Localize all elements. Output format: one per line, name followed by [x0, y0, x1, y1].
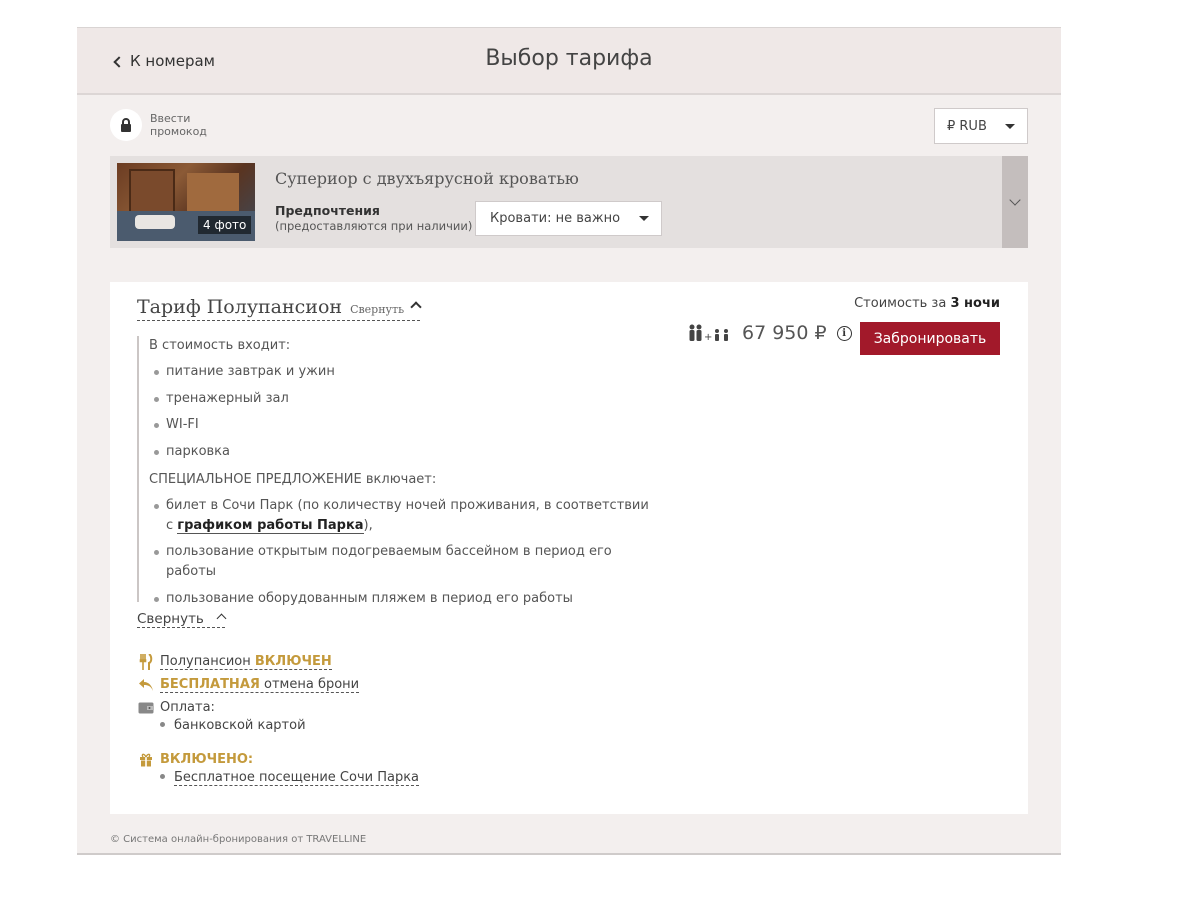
stay-nights: 3 ночи — [950, 296, 1000, 311]
list-item: пользование оборудованным пляжем в перио… — [149, 589, 657, 609]
included-list: питание завтрак и ужин тренажерный зал W… — [149, 362, 657, 462]
collapse-label: Свернуть — [137, 611, 204, 627]
guests-icon: + — [689, 324, 728, 342]
special-offer-list: билет в Сочи Парк (по количеству ночей п… — [149, 496, 657, 609]
booking-frame: К номерам Выбор тарифа Ввести промокод ₽… — [77, 27, 1061, 855]
payment-method: банковской картой — [174, 718, 306, 733]
list-item: парковка — [149, 442, 657, 462]
room-expand-button[interactable] — [1002, 156, 1028, 248]
cancellation-info: БЕСПЛАТНАЯ отмена брони — [137, 677, 360, 693]
included-bonus-title: ВКЛЮЧЕНО: — [160, 752, 254, 767]
currency-value: ₽ RUB — [947, 118, 987, 134]
footer-copyright: © Система онлайн-бронирования от TRAVELL… — [110, 834, 367, 845]
payment-info: Оплата: — [137, 700, 215, 715]
promo-code-button[interactable]: Ввести промокод — [110, 109, 220, 141]
room-card: 4 фото Супериор с двухъярусной кроватью … — [110, 156, 1028, 248]
currency-select[interactable]: ₽ RUB — [934, 108, 1028, 144]
chevron-down-icon — [1009, 194, 1021, 206]
gift-icon — [137, 753, 155, 767]
preferences-note: (предоставляются при наличии) — [275, 219, 473, 233]
included-header: В стоимость входит: — [149, 338, 291, 353]
chevron-up-icon — [216, 613, 227, 624]
caret-down-icon — [1005, 124, 1015, 129]
promo-code-label: Ввести промокод — [150, 112, 207, 138]
park-schedule-link[interactable]: графиком работы Парка — [177, 517, 364, 534]
meal-link[interactable]: Полупансион ВКЛЮЧЕН — [160, 654, 332, 670]
special-item-suffix: ), — [363, 517, 373, 533]
top-bar: К номерам Выбор тарифа — [77, 28, 1061, 95]
info-icon[interactable]: i — [836, 325, 852, 341]
meal-label: Полупансион — [160, 654, 251, 669]
preferences-title: Предпочтения — [275, 203, 380, 218]
book-button[interactable]: Забронировать — [860, 322, 1000, 355]
payment-label: Оплата: — [160, 700, 215, 715]
list-item: тренажерный зал — [149, 389, 657, 409]
list-item: WI-FI — [149, 415, 657, 435]
collapse-details-button[interactable]: Свернуть — [137, 611, 227, 628]
price-row: + 67 950 ₽ i — [688, 322, 852, 344]
included-bonus-list: Бесплатное посещение Сочи Парка — [160, 770, 420, 786]
room-photo[interactable]: 4 фото — [117, 163, 255, 241]
caret-down-icon — [639, 216, 649, 221]
list-item: билет в Сочи Парк (по количеству ночей п… — [149, 496, 657, 536]
cancel-free: БЕСПЛАТНАЯ — [160, 677, 260, 692]
tariff-header-toggle[interactable]: Тариф Полупансион Свернуть — [137, 296, 422, 321]
price-amount: 67 950 ₽ — [742, 322, 827, 344]
list-item: питание завтрак и ужин — [149, 362, 657, 382]
meal-info: Полупансион ВКЛЮЧЕН — [137, 654, 332, 670]
page-title: Выбор тарифа — [485, 46, 653, 71]
stay-cost-label: Стоимость за 3 ночи — [854, 296, 1000, 311]
cancellation-link[interactable]: БЕСПЛАТНАЯ отмена брони — [160, 677, 360, 693]
bed-preference-value: Кровати: не важно — [490, 211, 621, 226]
fork-knife-icon — [137, 654, 155, 670]
svg-text:+: + — [704, 332, 712, 342]
lock-icon — [110, 109, 142, 141]
list-item: пользование открытым подогреваемым бассе… — [149, 542, 657, 582]
wallet-icon — [137, 702, 155, 714]
preferences-label: Предпочтения (предоставляются при наличи… — [275, 203, 472, 234]
room-name: Супериор с двухъярусной кроватью — [275, 169, 579, 188]
meal-status: ВКЛЮЧЕН — [254, 654, 332, 669]
stay-prefix: Стоимость за — [854, 296, 947, 311]
bed-preference-select[interactable]: Кровати: не важно — [475, 201, 662, 236]
tariff-name: Тариф Полупансион — [137, 296, 343, 318]
cancel-label: отмена брони — [264, 677, 360, 692]
chevron-up-icon — [410, 301, 422, 313]
special-offer-header: СПЕЦИАЛЬНОЕ ПРЕДЛОЖЕНИЕ включает: — [149, 471, 437, 487]
undo-arrow-icon — [137, 678, 155, 692]
tariff-details: В стоимость входит: питание завтрак и уж… — [137, 336, 657, 606]
tariff-collapse-label: Свернуть — [350, 303, 405, 316]
payment-methods: банковской картой — [160, 718, 306, 733]
photo-count-badge[interactable]: 4 фото — [198, 216, 252, 234]
included-bonus: ВКЛЮЧЕНО: — [137, 752, 253, 767]
sochi-park-link[interactable]: Бесплатное посещение Сочи Парка — [174, 770, 420, 786]
tariff-card: Тариф Полупансион Свернуть Стоимость за … — [110, 282, 1028, 814]
